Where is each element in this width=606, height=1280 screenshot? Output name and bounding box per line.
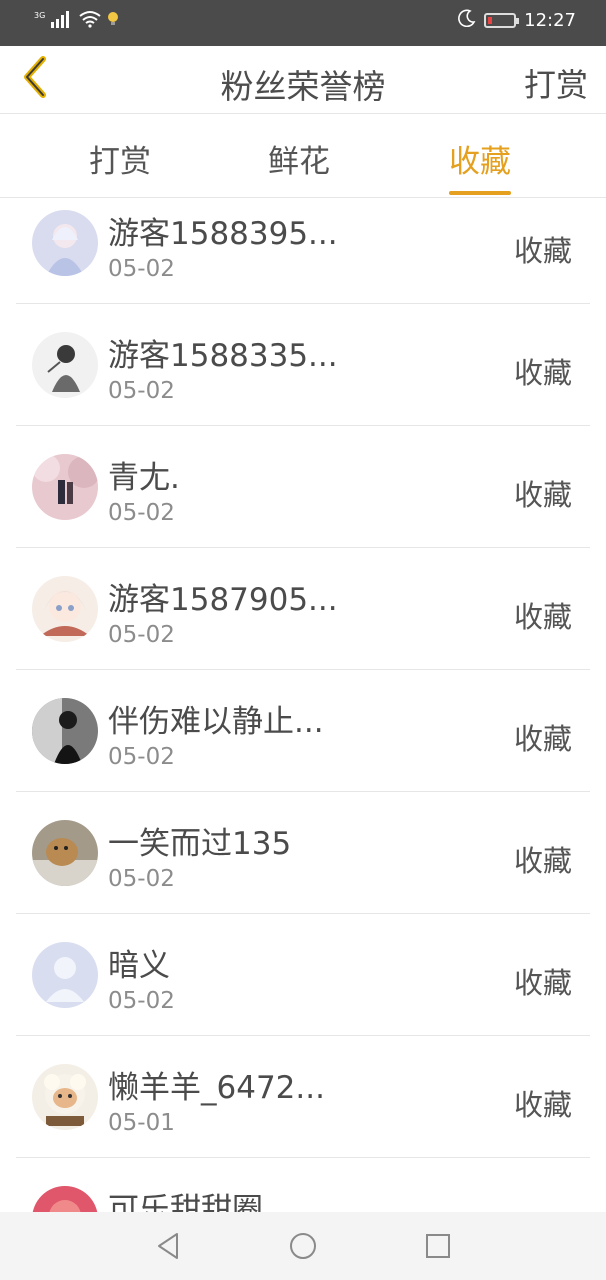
avatar bbox=[32, 698, 98, 764]
tab-label: 打赏 bbox=[89, 144, 151, 180]
action-label: 收藏 bbox=[513, 600, 572, 634]
user-name: 懒羊羊_6472... bbox=[108, 1070, 325, 1106]
user-name: 游客1587905... bbox=[108, 582, 338, 618]
user-name: 伴伤难以静止... bbox=[108, 704, 324, 740]
home-circle-icon[interactable] bbox=[287, 1230, 319, 1262]
tab-label: 鲜花 bbox=[268, 144, 330, 180]
date-label: 05-01 bbox=[108, 1110, 175, 1136]
wifi-icon bbox=[79, 10, 101, 32]
avatar bbox=[32, 210, 98, 276]
user-name: 一笑而过135 bbox=[108, 826, 292, 862]
list-item[interactable]: 游客1587905... 05-02 收藏 bbox=[16, 548, 590, 670]
reward-button[interactable]: 打赏 bbox=[524, 60, 588, 106]
action-label: 收藏 bbox=[513, 966, 572, 1000]
action-label: 收藏 bbox=[513, 844, 572, 878]
action-label: 收藏 bbox=[513, 722, 572, 756]
battery-fill bbox=[488, 17, 493, 24]
list-item[interactable]: 伴伤难以静止... 05-02 收藏 bbox=[16, 670, 590, 792]
list-item[interactable]: 可乐甜甜圈 收藏 bbox=[16, 1158, 590, 1212]
tab-reward[interactable]: 打赏 bbox=[89, 136, 151, 181]
user-name: 游客1588335... bbox=[108, 338, 338, 374]
date-label: 05-02 bbox=[108, 500, 175, 526]
tab-flowers[interactable]: 鲜花 bbox=[268, 136, 330, 181]
page-title: 粉丝荣誉榜 bbox=[220, 67, 386, 106]
action-label: 收藏 bbox=[513, 1088, 572, 1122]
list-item[interactable]: 游客1588335... 05-02 收藏 bbox=[16, 304, 590, 426]
system-nav-bar bbox=[0, 1212, 606, 1280]
list-item[interactable]: 游客1588395... 05-02 收藏 bbox=[16, 198, 590, 304]
user-name: 暗义 bbox=[108, 948, 170, 984]
date-label: 05-02 bbox=[108, 988, 175, 1014]
date-label: 05-02 bbox=[108, 744, 175, 770]
recents-square-icon[interactable] bbox=[422, 1230, 454, 1262]
avatar bbox=[32, 820, 98, 886]
list-item[interactable]: 懒羊羊_6472... 05-01 收藏 bbox=[16, 1036, 590, 1158]
date-label: 05-02 bbox=[108, 256, 175, 282]
tab-favorites[interactable]: 收藏 bbox=[449, 136, 511, 195]
avatar bbox=[32, 1064, 98, 1130]
date-label: 05-02 bbox=[108, 866, 175, 892]
action-label: 收藏 bbox=[513, 478, 572, 512]
default-avatar bbox=[32, 942, 98, 1008]
list-item[interactable]: 青尢. 05-02 收藏 bbox=[16, 426, 590, 548]
clock: 12:27 bbox=[524, 10, 576, 31]
action-label: 收藏 bbox=[513, 356, 572, 390]
status-bar: 3G 12:27 bbox=[0, 0, 606, 46]
action-label: 收藏 bbox=[514, 1204, 572, 1212]
active-tab-indicator bbox=[449, 191, 511, 195]
fan-list: 游客1588395... 05-02 收藏 游客1588335... 05-02… bbox=[0, 198, 606, 1212]
signal-icon bbox=[51, 10, 73, 32]
app-header: 粉丝荣誉榜 打赏 bbox=[0, 46, 606, 114]
network-type: 3G bbox=[34, 10, 46, 20]
user-name: 可乐甜甜圈 bbox=[108, 1192, 263, 1212]
notification-bulb-icon bbox=[107, 11, 119, 31]
tab-bar: 打赏 鲜花 收藏 bbox=[0, 114, 606, 198]
avatar bbox=[32, 1186, 98, 1212]
avatar bbox=[32, 332, 98, 398]
list-item[interactable]: 暗义 05-02 收藏 bbox=[16, 914, 590, 1036]
battery-icon bbox=[484, 13, 520, 28]
moon-icon bbox=[458, 9, 476, 32]
list-item[interactable]: 一笑而过135 05-02 收藏 bbox=[16, 792, 590, 914]
date-label: 05-02 bbox=[108, 378, 175, 404]
back-triangle-icon[interactable] bbox=[152, 1230, 184, 1262]
date-label: 05-02 bbox=[108, 622, 175, 648]
tab-label: 收藏 bbox=[449, 144, 511, 180]
action-label: 收藏 bbox=[513, 234, 572, 268]
avatar bbox=[32, 454, 98, 520]
avatar bbox=[32, 576, 98, 642]
user-name: 游客1588395... bbox=[108, 216, 338, 252]
user-name: 青尢. bbox=[108, 460, 180, 496]
